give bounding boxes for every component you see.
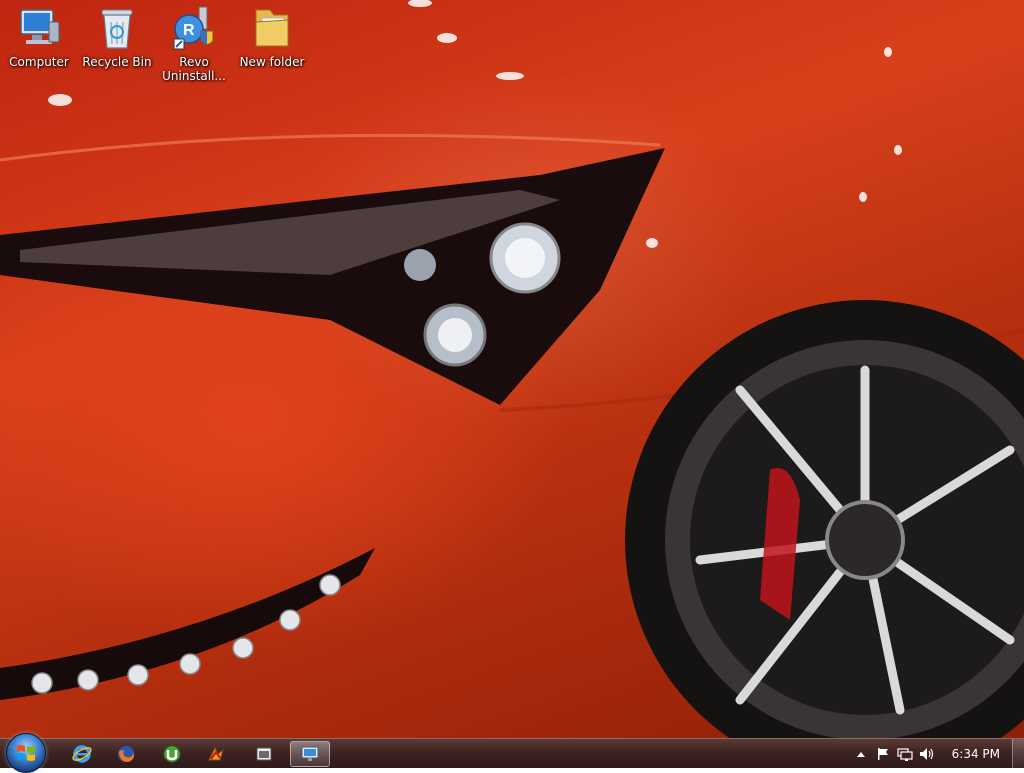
svg-text:R: R: [183, 22, 195, 39]
winamp-icon: [208, 746, 224, 761]
taskbar-firefox[interactable]: [106, 741, 146, 767]
desktop-icon-label: Revo Uninstall...: [162, 55, 226, 83]
internet-explorer-icon: [72, 745, 92, 763]
desktop-icon-recycle-bin[interactable]: Recycle Bin: [81, 4, 153, 69]
desktop[interactable]: Computer Recycle Bin R Revo Uninstall...…: [0, 0, 1024, 738]
taskbar-media-center[interactable]: [244, 741, 284, 767]
utorrent-icon: [163, 745, 181, 763]
firefox-icon: [118, 746, 135, 762]
system-tray: 6:34 PM: [850, 739, 1006, 769]
show-desktop-button[interactable]: [1012, 739, 1024, 769]
action-center-flag-icon[interactable]: [872, 739, 894, 769]
taskbar: 6:34 PM: [0, 733, 1024, 773]
taskbar-utorrent[interactable]: [152, 741, 192, 767]
revo-uninstaller-icon: R: [170, 4, 218, 52]
taskbar-remote-desktop[interactable]: [290, 741, 330, 767]
recycle-bin-icon: [93, 4, 141, 52]
show-hidden-icons-icon[interactable]: [850, 739, 872, 769]
desktop-icon-label: New folder: [239, 55, 305, 69]
wallpaper-car: [0, 0, 1024, 738]
computer-icon: [15, 4, 63, 52]
start-button[interactable]: [6, 733, 46, 773]
clock[interactable]: 6:34 PM: [952, 747, 1000, 761]
taskbar-internet-explorer[interactable]: [62, 741, 102, 767]
volume-icon[interactable]: [916, 739, 938, 769]
windows-logo-icon: [17, 745, 35, 761]
desktop-icon-new-folder[interactable]: New folder: [236, 4, 308, 69]
desktop-icon-computer[interactable]: Computer: [3, 4, 75, 69]
desktop-icon-label: Recycle Bin: [82, 55, 152, 69]
desktop-icon-revo-uninstaller[interactable]: R Revo Uninstall...: [158, 4, 230, 83]
folder-icon: [248, 4, 296, 52]
remote-desktop-icon: [301, 746, 319, 761]
media-center-icon: [256, 747, 272, 761]
desktop-icon-label: Computer: [9, 55, 69, 69]
taskbar-winamp[interactable]: [196, 741, 236, 767]
network-icon[interactable]: [894, 739, 916, 769]
